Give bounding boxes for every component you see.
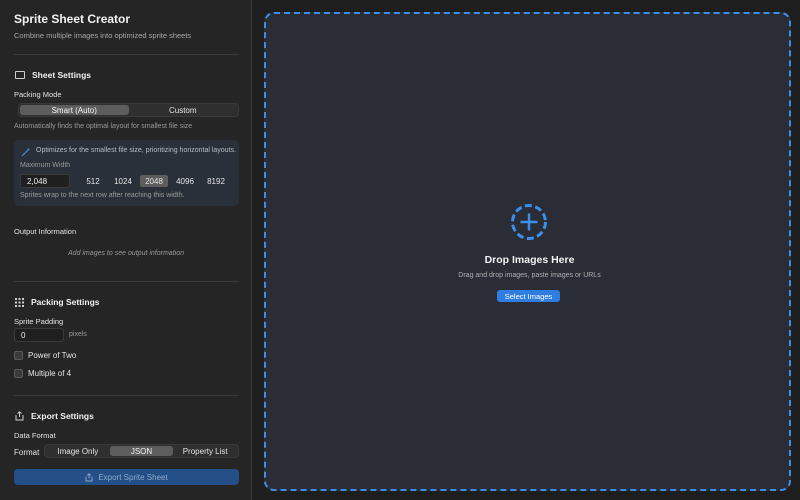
sidebar: Sprite Sheet Creator Combine multiple im…: [0, 0, 252, 500]
multiple-of-4-row[interactable]: Multiple of 4: [14, 369, 71, 378]
magic-wand-icon: [21, 148, 30, 157]
multiple-of-4-checkbox[interactable]: [14, 369, 23, 378]
drop-title: Drop Images Here: [484, 254, 575, 266]
app-subtitle: Combine multiple images into optimized s…: [14, 31, 192, 40]
wrap-help-text: Sprites wrap to the next row after reach…: [20, 192, 185, 199]
multiple-of-4-label: Multiple of 4: [28, 369, 72, 378]
sheet-icon: [15, 71, 25, 79]
sheet-settings-title: Sheet Settings: [32, 70, 92, 80]
format-json-button[interactable]: JSON: [109, 446, 174, 456]
select-images-button[interactable]: Select Images: [497, 290, 560, 302]
width-preset-8192[interactable]: 8192: [202, 175, 230, 187]
divider: [14, 281, 239, 282]
mode-custom-button[interactable]: Custom: [129, 105, 238, 115]
width-preset-4096[interactable]: 4096: [171, 175, 199, 187]
export-button-label: Export Sprite Sheet: [98, 472, 168, 482]
export-settings-heading: Export Settings: [15, 411, 94, 421]
padding-label: Sprite Padding: [14, 317, 64, 326]
width-preset-512[interactable]: 512: [80, 175, 106, 187]
output-empty-text: Add images to see output information: [68, 250, 184, 257]
packing-mode-segmented: Smart (Auto) Custom: [18, 103, 239, 117]
max-width-label: Maximum Width: [20, 162, 71, 169]
output-heading: Output Information: [14, 227, 77, 236]
power-of-two-row[interactable]: Power of Two: [14, 351, 76, 360]
packing-mode-label: Packing Mode: [14, 90, 62, 99]
app-title: Sprite Sheet Creator: [14, 12, 131, 26]
export-settings-title: Export Settings: [31, 411, 94, 421]
format-plist-button[interactable]: Property List: [173, 446, 237, 456]
width-preset-2048[interactable]: 2048: [140, 175, 168, 187]
grid-icon: [15, 297, 24, 307]
drop-zone[interactable]: [264, 12, 791, 491]
power-of-two-checkbox[interactable]: [14, 351, 23, 360]
padding-input[interactable]: 0: [14, 328, 64, 342]
info-text: Optimizes for the smallest file size, pr…: [36, 147, 236, 154]
packing-settings-title: Packing Settings: [31, 297, 100, 307]
sheet-settings-heading: Sheet Settings: [15, 70, 91, 80]
width-preset-1024[interactable]: 1024: [110, 175, 136, 187]
add-circle-icon: [511, 204, 547, 240]
format-segmented: Image Only JSON Property List: [44, 444, 239, 458]
drop-subtitle: Drag and drop images, paste images or UR…: [458, 272, 601, 279]
data-format-label: Data Format: [14, 431, 56, 440]
max-width-input[interactable]: 2,048: [20, 174, 70, 188]
export-button[interactable]: Export Sprite Sheet: [14, 469, 239, 485]
mode-help-text: Automatically finds the optimal layout f…: [14, 123, 193, 130]
padding-unit: pixels: [69, 331, 87, 338]
packing-settings-heading: Packing Settings: [15, 297, 100, 307]
export-icon: [85, 472, 93, 481]
divider: [14, 395, 239, 396]
mode-smart-button[interactable]: Smart (Auto): [20, 105, 129, 115]
format-label: Format: [14, 448, 40, 457]
divider: [14, 54, 239, 55]
share-icon: [15, 411, 24, 421]
power-of-two-label: Power of Two: [28, 351, 77, 360]
format-image-only-button[interactable]: Image Only: [46, 446, 110, 456]
